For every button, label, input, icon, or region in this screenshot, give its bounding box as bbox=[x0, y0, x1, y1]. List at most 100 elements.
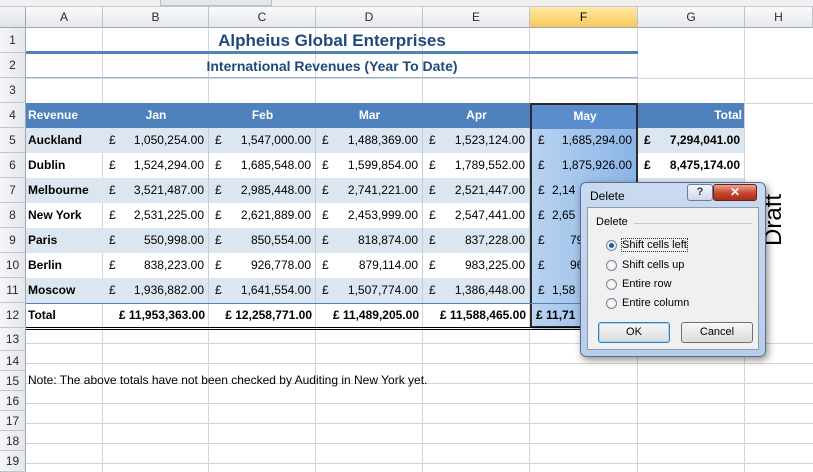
row-header-7[interactable]: 7 bbox=[0, 178, 26, 203]
column-header-c[interactable]: C bbox=[209, 7, 316, 28]
value-cell-apr[interactable]: £1,789,552.00 bbox=[423, 153, 530, 178]
value-cell-mar[interactable]: £2,741,221.00 bbox=[316, 178, 423, 203]
amount: 1,523,124.00 bbox=[454, 133, 525, 147]
row-header-4[interactable]: 4 bbox=[0, 103, 26, 128]
may-value-cell[interactable]: £1,875,926.00 bbox=[532, 153, 638, 178]
value-cell-apr[interactable]: £983,225.00 bbox=[423, 253, 530, 278]
total-cell-mar[interactable]: £ 11,489,205.00 bbox=[316, 303, 423, 328]
currency-symbol: £ bbox=[322, 233, 329, 247]
row-label-cell[interactable]: Paris bbox=[26, 228, 103, 253]
row-header-15[interactable]: 15 bbox=[0, 371, 26, 391]
help-button[interactable]: ? bbox=[687, 184, 713, 201]
value-cell-apr[interactable]: £1,386,448.00 bbox=[423, 278, 530, 303]
value-cell-feb[interactable]: £2,985,448.00 bbox=[209, 178, 316, 203]
header-revenue[interactable]: Revenue bbox=[28, 103, 102, 128]
value-cell-apr[interactable]: £2,547,441.00 bbox=[423, 203, 530, 228]
currency-symbol: £ bbox=[429, 208, 436, 222]
row-header-5[interactable]: 5 bbox=[0, 128, 26, 153]
value-cell-mar[interactable]: £2,453,999.00 bbox=[316, 203, 423, 228]
amount: 1,641,554.00 bbox=[240, 283, 311, 297]
row-header-2[interactable]: 2 bbox=[0, 53, 26, 78]
value-cell-mar[interactable]: £1,599,854.00 bbox=[316, 153, 423, 178]
row-label-cell[interactable]: Auckland bbox=[26, 128, 103, 153]
currency-symbol: £ bbox=[109, 133, 116, 147]
value-cell-apr[interactable]: £2,521,447.00 bbox=[423, 178, 530, 203]
radio-selected-icon bbox=[606, 240, 617, 251]
row-header-17[interactable]: 17 bbox=[0, 411, 26, 431]
select-all-corner[interactable] bbox=[0, 7, 26, 28]
amount: 926,778.00 bbox=[250, 258, 311, 272]
column-header-g[interactable]: G bbox=[638, 7, 745, 28]
value-cell-jan[interactable]: £3,521,487.00 bbox=[103, 178, 209, 203]
currency-symbol: £ bbox=[429, 158, 436, 172]
currency-symbol: £ bbox=[322, 258, 329, 272]
value-cell-feb[interactable]: £1,641,554.00 bbox=[209, 278, 316, 303]
close-button[interactable]: ✕ bbox=[713, 184, 757, 201]
currency-symbol: £ bbox=[538, 158, 545, 172]
currency-symbol: £ bbox=[429, 183, 436, 197]
row-total-cell[interactable]: £8,475,174.00 bbox=[638, 153, 744, 178]
row-label-cell[interactable]: New York bbox=[26, 203, 103, 228]
row-header-8[interactable]: 8 bbox=[0, 203, 26, 228]
header-apr[interactable]: Apr bbox=[423, 103, 530, 128]
ok-button[interactable]: OK bbox=[598, 322, 670, 343]
column-header-a[interactable]: A bbox=[26, 7, 103, 28]
cancel-button[interactable]: Cancel bbox=[681, 322, 753, 343]
currency-symbol: £ bbox=[215, 133, 222, 147]
column-header-h[interactable]: H bbox=[745, 7, 813, 28]
value-cell-jan[interactable]: £1,936,882.00 bbox=[103, 278, 209, 303]
row-label-cell[interactable]: Dublin bbox=[26, 153, 103, 178]
column-header-d[interactable]: D bbox=[316, 7, 423, 28]
row-header-19[interactable]: 19 bbox=[0, 451, 26, 472]
value-cell-mar[interactable]: £818,874.00 bbox=[316, 228, 423, 253]
total-label[interactable]: Total bbox=[26, 303, 103, 328]
row-label-cell[interactable]: Moscow bbox=[26, 278, 103, 303]
column-header-f[interactable]: F bbox=[530, 7, 638, 28]
row-header-3[interactable]: 3 bbox=[0, 78, 26, 103]
total-cell-apr[interactable]: £ 11,588,465.00 bbox=[423, 303, 530, 328]
value-cell-jan[interactable]: £1,524,294.00 bbox=[103, 153, 209, 178]
value-cell-apr[interactable]: £837,228.00 bbox=[423, 228, 530, 253]
value-cell-jan[interactable]: £1,050,254.00 bbox=[103, 128, 209, 153]
row-header-11[interactable]: 11 bbox=[0, 278, 26, 303]
header-jan[interactable]: Jan bbox=[103, 103, 209, 128]
row-header-10[interactable]: 10 bbox=[0, 253, 26, 278]
header-feb[interactable]: Feb bbox=[209, 103, 316, 128]
value-cell-apr[interactable]: £1,523,124.00 bbox=[423, 128, 530, 153]
row-header-18[interactable]: 18 bbox=[0, 431, 26, 451]
total-cell-jan[interactable]: £ 11,953,363.00 bbox=[103, 303, 209, 328]
value-cell-feb[interactable]: £850,554.00 bbox=[209, 228, 316, 253]
row-header-12[interactable]: 12 bbox=[0, 303, 26, 328]
value-cell-feb[interactable]: £2,621,889.00 bbox=[209, 203, 316, 228]
value-cell-feb[interactable]: £1,547,000.00 bbox=[209, 128, 316, 153]
row-header-16[interactable]: 16 bbox=[0, 391, 26, 411]
value-cell-jan[interactable]: £838,223.00 bbox=[103, 253, 209, 278]
total-cell-feb[interactable]: £ 12,258,771.00 bbox=[209, 303, 316, 328]
row-header-1[interactable]: 1 bbox=[0, 28, 26, 53]
delete-dialog[interactable]: Delete ? ✕ Delete Shift cells left Shift… bbox=[580, 182, 766, 357]
column-header-b[interactable]: B bbox=[103, 7, 209, 28]
row-label-cell[interactable]: Berlin bbox=[26, 253, 103, 278]
value-cell-feb[interactable]: £1,685,548.00 bbox=[209, 153, 316, 178]
column-header-e[interactable]: E bbox=[423, 7, 530, 28]
row-label-cell[interactable]: Melbourne bbox=[26, 178, 103, 203]
currency-symbol: £ bbox=[109, 158, 116, 172]
amount: 8,475,174.00 bbox=[669, 158, 740, 172]
value-cell-mar[interactable]: £1,507,774.00 bbox=[316, 278, 423, 303]
note-text[interactable]: Note: The above totals have not been che… bbox=[28, 370, 427, 390]
value-cell-mar[interactable]: £879,114.00 bbox=[316, 253, 423, 278]
currency-symbol: £ bbox=[109, 258, 116, 272]
value-cell-feb[interactable]: £926,778.00 bbox=[209, 253, 316, 278]
may-value-cell[interactable]: £1,685,294.00 bbox=[532, 128, 638, 153]
row-header-9[interactable]: 9 bbox=[0, 228, 26, 253]
header-mar[interactable]: Mar bbox=[316, 103, 423, 128]
value-cell-mar[interactable]: £1,488,369.00 bbox=[316, 128, 423, 153]
row-total-cell[interactable]: £7,294,041.00 bbox=[638, 128, 744, 153]
header-may[interactable]: May bbox=[532, 104, 638, 129]
value-cell-jan[interactable]: £550,998.00 bbox=[103, 228, 209, 253]
header-total[interactable]: Total bbox=[638, 103, 742, 128]
value-cell-jan[interactable]: £2,531,225.00 bbox=[103, 203, 209, 228]
row-header-6[interactable]: 6 bbox=[0, 153, 26, 178]
row-header-13[interactable]: 13 bbox=[0, 328, 26, 351]
row-header-14[interactable]: 14 bbox=[0, 351, 26, 371]
